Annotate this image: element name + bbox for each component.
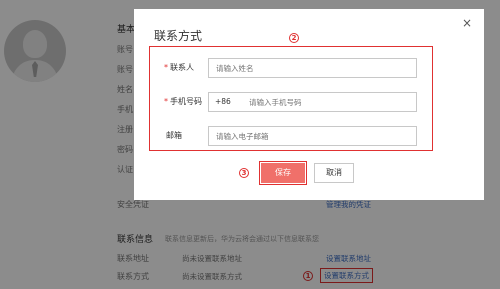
email-label: 邮箱 (166, 131, 182, 140)
phone-label: * 手机号码 (164, 97, 202, 106)
contact-method-dialog: 联系方式 × 2 *联系人 *手机号码 +86 邮箱 3 保存 取消 (134, 9, 484, 200)
required-mark: * (164, 63, 168, 72)
phone-input[interactable] (242, 92, 417, 112)
contact-form: *联系人 *手机号码 +86 邮箱 (149, 46, 433, 151)
contact-person-input[interactable] (208, 58, 417, 78)
email-row: 邮箱 (150, 126, 432, 146)
close-icon[interactable]: × (461, 17, 473, 29)
contact-person-label: * 联系人 (164, 63, 194, 72)
save-button[interactable]: 保存 (259, 161, 307, 185)
email-input[interactable] (208, 126, 417, 146)
step-badge-3: 3 (239, 168, 249, 178)
phone-row: * 手机号码 +86 (150, 92, 432, 112)
required-mark: * (164, 97, 168, 106)
cancel-button[interactable]: 取消 (314, 163, 354, 183)
contact-person-row: * 联系人 (150, 58, 432, 78)
dialog-title: 联系方式 (154, 29, 203, 43)
step-badge-2: 2 (289, 33, 299, 43)
